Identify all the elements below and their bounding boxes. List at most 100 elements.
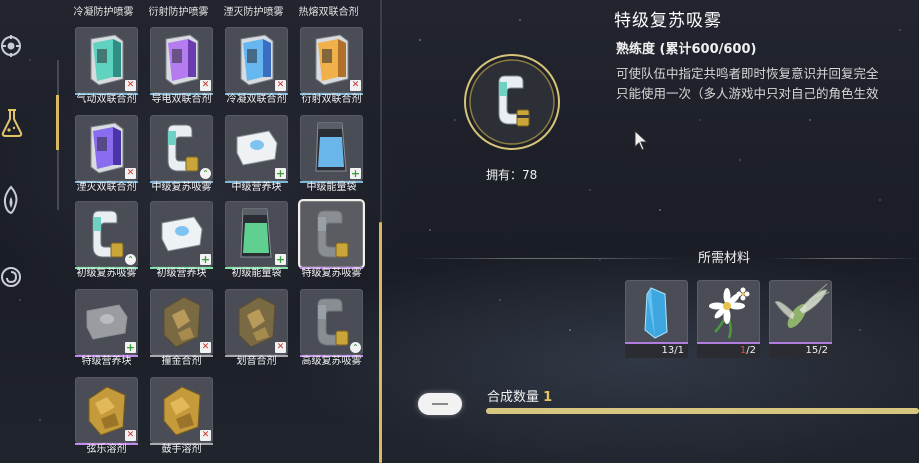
craft-quantity-value: 1 [543,390,553,405]
owned-count: 拥有：78 [486,166,537,183]
minus-icon [432,403,448,405]
material-have: 13 [661,345,675,356]
materials-title: 所需材料 [698,251,751,266]
description-line: 可使队伍中指定共鸣者即时恢复意识并回复完全 [616,66,879,81]
material-count: 13/1 [625,344,688,358]
recipe-item-name: 中级能量袋 [306,182,357,193]
recipe-item-card: + [225,201,288,267]
recipe-item[interactable]: + 中级营养块 [223,115,290,193]
recipe-item[interactable]: ✕ 撞金合剂 [148,289,215,367]
unavailable-badge-icon: ✕ [125,430,136,441]
recipe-item-card: ⌃ [300,289,363,355]
recipe-item[interactable]: ⌃ 初级复苏吸雾 [73,201,140,279]
recipe-item-card: ✕ [75,27,138,93]
material-count: 1/2 [697,344,760,358]
material-item[interactable]: 1/2 [697,280,760,358]
mouse-cursor-icon [634,130,649,151]
left-nav-rail [0,0,59,463]
recipe-item[interactable]: ✕ 湮灭双联合剂 [73,115,140,193]
flask-icon[interactable] [0,108,23,137]
recipe-item-name: 鼓手溶剂 [161,444,202,455]
recipe-item-card: ⌃ [75,201,138,267]
recipe-item-name: 初级能量袋 [231,268,282,279]
recipe-item-name: 湮灭双联合剂 [76,182,137,193]
recipe-item-name: 冷凝双联合剂 [226,94,287,105]
material-item[interactable]: 13/1 [625,280,688,358]
material-card [769,280,832,344]
material-need: 1 [677,345,684,356]
description-line: 只能使用一次（多人游戏中只对自己的角色生效 [616,86,879,101]
recipe-item-card: ✕ [75,377,138,443]
material-need: 2 [749,345,756,356]
revive-badge-icon: ⌃ [350,342,361,353]
unavailable-badge-icon: ✕ [200,342,211,353]
recipe-item[interactable]: ⌃ 中级复苏吸雾 [148,115,215,193]
unavailable-badge-icon: ✕ [200,80,211,91]
mastery-value: (累计600/600) [659,42,757,57]
recipe-item-card: + [75,289,138,355]
echo-emblem-icon[interactable] [0,33,22,57]
recipe-item-name: 导电双联合剂 [151,94,212,105]
quantity-slider-fill[interactable] [486,408,919,414]
owned-value: 78 [522,168,538,182]
recipe-item[interactable]: ✕ 弦乐溶剂 [73,377,140,455]
recipe-item-name: 中级营养块 [231,182,282,193]
recipe-item[interactable]: ✕ 鼓手溶剂 [148,377,215,455]
recipe-item[interactable]: + 初级能量袋 [223,201,290,279]
recipe-item-card: + [225,115,288,181]
unavailable-badge-icon: ✕ [200,430,211,441]
inhaler-gray-icon [317,210,349,258]
spiral-emblem-icon[interactable] [0,263,22,287]
owned-label: 拥有： [486,168,523,182]
recipe-item[interactable]: ✕ 气动双联合剂 [73,27,140,105]
flame-emblem-icon[interactable] [0,185,22,215]
recipe-item[interactable]: ✕ 导电双联合剂 [148,27,215,105]
revive-badge-icon: ⌃ [125,254,136,265]
material-item[interactable]: 15/2 [769,280,832,358]
recipe-item-card: ✕ [150,289,213,355]
recipe-item-card: ✕ [150,377,213,443]
recipe-item-card: ✕ [150,27,213,93]
recipe-item-card: ⌃ [150,115,213,181]
cicada-wing-icon [774,283,830,328]
recipe-item-name: 弦乐溶剂 [86,444,127,455]
recipe-item-name: 划音合剂 [236,356,277,367]
recipe-item[interactable]: 特级复苏吸雾 [298,201,365,279]
material-have: 1 [739,345,747,356]
recipe-item[interactable]: + 中级能量袋 [298,115,365,193]
rail-active-indicator [56,95,59,150]
recipe-item[interactable]: + 特级营养块 [73,289,140,367]
materials-divider-left [412,258,682,259]
blue-crystal-icon [644,287,668,339]
recipe-item[interactable]: ✕ 冷凝双联合剂 [223,27,290,105]
material-need: 2 [821,345,828,356]
mastery-label: 熟练度 [616,42,656,57]
heal-plus-badge-icon: + [125,341,136,354]
recipe-grid: ✕ 气动双联合剂 ✕ 导电双联合剂 ✕ 冷凝双联合剂 ✕ 衍射双联合剂 ✕ 湮灭… [70,0,370,463]
unavailable-badge-icon: ✕ [125,168,136,179]
heal-plus-badge-icon: + [200,253,211,266]
material-have: 15 [805,345,819,356]
grid-scrollbar-thumb[interactable] [379,222,382,463]
unavailable-badge-icon: ✕ [275,342,286,353]
recipe-item-card [300,201,363,267]
heal-plus-badge-icon: + [275,167,286,180]
item-title: 特级复苏吸雾 [614,11,722,31]
recipe-item-name: 初级复苏吸雾 [76,268,137,279]
material-count: 15/2 [769,344,832,358]
recipe-item-name: 初级营养块 [156,268,207,279]
recipe-item-name: 撞金合剂 [161,356,202,367]
decrease-quantity-button[interactable] [418,393,462,415]
recipe-item[interactable]: ⌃ 高级复苏吸雾 [298,289,365,367]
recipe-item-card: + [300,115,363,181]
recipe-item-name: 高级复苏吸雾 [301,356,362,367]
recipe-item[interactable]: ✕ 划音合剂 [223,289,290,367]
recipe-item-card: ✕ [225,289,288,355]
material-card [697,280,760,344]
recipe-item[interactable]: + 初级营养块 [148,201,215,279]
unavailable-badge-icon: ✕ [275,80,286,91]
recipe-item-name: 中级复苏吸雾 [151,182,212,193]
white-flower-icon [709,287,750,339]
recipe-item[interactable]: ✕ 衍射双联合剂 [298,27,365,105]
craft-quantity: 合成数量 1 [487,386,552,405]
